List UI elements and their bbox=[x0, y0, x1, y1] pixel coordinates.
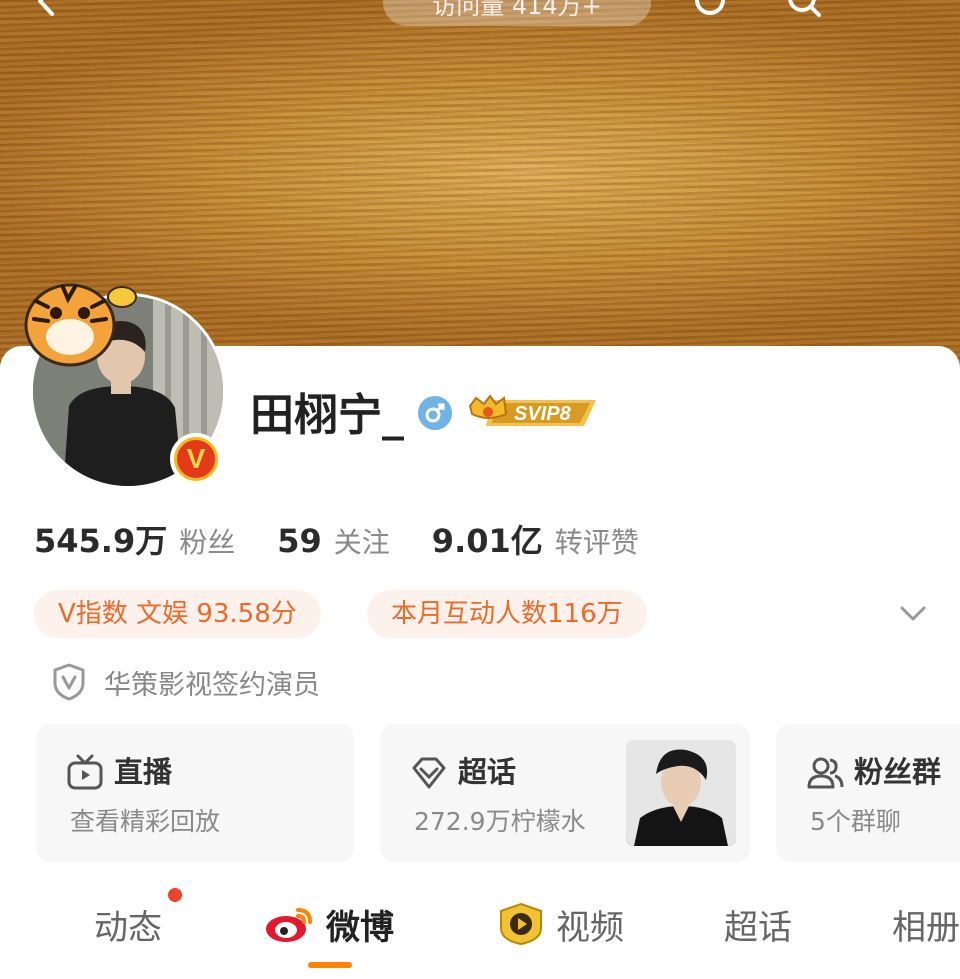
followers-count[interactable]: 545.9万 bbox=[34, 516, 167, 562]
verified-badge-letter: V bbox=[177, 440, 215, 478]
live-card-title: 直播 bbox=[114, 755, 173, 789]
supertopic-card-subtitle: 272.9万柠檬水 bbox=[414, 807, 586, 836]
tab-supertopic-label: 超话 bbox=[724, 907, 792, 948]
tv-icon bbox=[67, 754, 103, 790]
tab-supertopic[interactable]: 超话 bbox=[724, 892, 792, 956]
weibo-logo-icon bbox=[266, 908, 312, 942]
diamond-icon bbox=[412, 757, 446, 789]
profile-tabs: 动态 微博 视频 超话 相册 bbox=[0, 888, 960, 962]
following-count[interactable]: 59 bbox=[277, 522, 322, 560]
fan-group-card-subtitle: 5个群聊 bbox=[810, 807, 901, 836]
refresh-icon[interactable] bbox=[692, 0, 728, 18]
stats-row: 545.9万 粉丝 59 关注 9.01亿 转评赞 bbox=[34, 516, 681, 564]
tab-weibo[interactable]: 微博 bbox=[264, 892, 394, 956]
engagement-count: 9.01亿 bbox=[431, 522, 543, 560]
people-icon bbox=[807, 757, 844, 789]
fan-group-card[interactable]: 粉丝群 5个群聊 bbox=[776, 724, 960, 862]
v-index-tag[interactable]: V指数 文娱 93.58分 bbox=[34, 590, 321, 638]
search-icon[interactable] bbox=[786, 0, 822, 18]
supertopic-card-title: 超话 bbox=[458, 755, 517, 789]
fan-group-card-title: 粉丝群 bbox=[854, 755, 942, 789]
tab-dynamics-label: 动态 bbox=[94, 907, 162, 948]
tab-video[interactable]: 视频 bbox=[496, 892, 624, 956]
username: 田栩宁_ bbox=[250, 390, 404, 441]
tab-dynamics[interactable]: 动态 bbox=[94, 892, 162, 956]
active-tab-indicator bbox=[308, 962, 352, 968]
tab-video-label: 视频 bbox=[556, 907, 624, 948]
followers-label[interactable]: 粉丝 bbox=[179, 521, 235, 561]
top-bar: 访问量 414万+ bbox=[0, 0, 960, 30]
tab-weibo-label: 微博 bbox=[326, 907, 394, 948]
certification-row: 华策影视签约演员 bbox=[52, 660, 320, 704]
tab-album-label: 相册 bbox=[892, 907, 960, 948]
notification-dot bbox=[168, 888, 182, 902]
engagement-label: 转评赞 bbox=[554, 526, 639, 559]
chevron-down-icon[interactable] bbox=[898, 600, 928, 626]
shield-v-icon bbox=[53, 663, 85, 701]
avatar-container[interactable]: V bbox=[24, 283, 226, 489]
svip-label: SVIP8 bbox=[514, 403, 572, 425]
verified-badge-icon: V bbox=[170, 433, 222, 485]
monthly-interactions-tag[interactable]: 本月互动人数116万 bbox=[367, 590, 647, 638]
supertopic-card[interactable]: 超话 272.9万柠檬水 bbox=[380, 724, 750, 862]
svip-badge[interactable]: SVIP8 bbox=[466, 392, 600, 434]
live-card[interactable]: 直播 查看精彩回放 bbox=[36, 724, 354, 862]
back-icon[interactable] bbox=[30, 0, 60, 16]
tab-album[interactable]: 相册 bbox=[892, 892, 960, 956]
supertopic-cover-photo bbox=[626, 740, 736, 846]
certification-text: 华策影视签约演员 bbox=[104, 669, 320, 701]
male-gender-icon bbox=[418, 396, 452, 430]
live-card-subtitle: 查看精彩回放 bbox=[70, 807, 221, 836]
following-label[interactable]: 关注 bbox=[334, 521, 390, 561]
tiger-sticker-icon bbox=[24, 283, 137, 367]
video-play-icon bbox=[500, 902, 542, 946]
visits-count: 访问量 414万+ bbox=[383, 0, 651, 26]
